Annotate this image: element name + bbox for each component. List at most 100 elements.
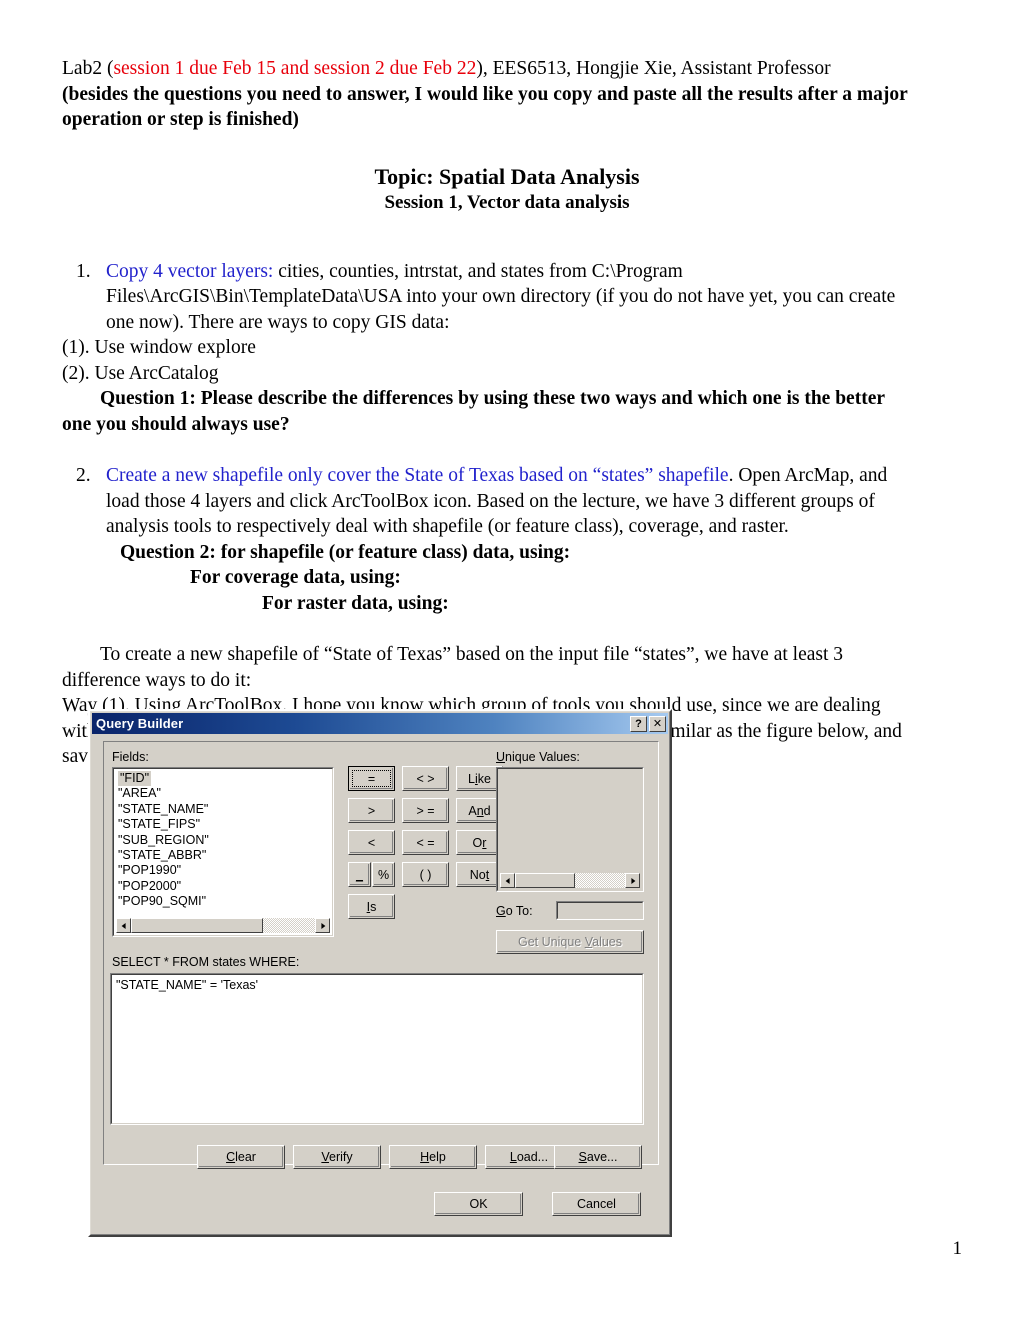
scroll-right-arrow-icon[interactable]: [315, 918, 330, 933]
list-item[interactable]: "FID": [118, 771, 152, 787]
paragraph-line-1: To create a new shapefile of “State of T…: [100, 644, 844, 665]
item2-line-1: Create a new shapefile only cover the St…: [106, 463, 952, 489]
list-item[interactable]: "STATE_FIPS": [118, 817, 330, 832]
help-button[interactable]: Help: [389, 1145, 477, 1169]
document-page: Lab2 (session 1 due Feb 15 and session 2…: [0, 0, 1020, 1320]
header-line-3: operation or step is finished): [62, 109, 299, 130]
fields-listbox[interactable]: "FID" "AREA" "STATE_NAME" "STATE_FIPS" "…: [112, 767, 334, 937]
list-item[interactable]: "POP1990": [118, 863, 330, 878]
operator-button-greater-equal[interactable]: > =: [402, 798, 449, 823]
header-lab-prefix: Lab2 (: [62, 58, 114, 79]
close-icon[interactable]: ✕: [649, 715, 666, 732]
save-label: Save...: [578, 1150, 618, 1164]
clear-button[interactable]: Clear: [197, 1145, 285, 1169]
get-unique-values-label: Get Unique Values: [517, 935, 623, 949]
question-1-line-1: Question 1: Please describe the differen…: [100, 388, 886, 409]
unique-values-label: Unique Values:: [496, 750, 580, 764]
query-builder-dialog: Query Builder ? ✕ Fields: "FID" "AREA" "…: [88, 709, 672, 1237]
fields-list[interactable]: "FID" "AREA" "STATE_NAME" "STATE_FIPS" "…: [116, 771, 330, 917]
operator-label: >: [367, 803, 376, 818]
help-icon[interactable]: ?: [630, 715, 647, 732]
operator-label: Or: [472, 835, 487, 850]
item2-line-3: analysis tools to respectively deal with…: [106, 516, 789, 537]
question-2-line-3: For raster data, using:: [262, 592, 449, 614]
operator-label: < =: [416, 835, 435, 850]
title-block: Topic: Spatial Data Analysis Session 1, …: [62, 163, 952, 215]
operator-label: %: [377, 867, 390, 882]
question-2-line-2: For coverage data, using:: [190, 567, 401, 588]
cancel-button[interactable]: Cancel: [552, 1192, 641, 1216]
operator-button-not-equals[interactable]: < >: [402, 766, 449, 791]
question-2-line-1: Question 2: for shapefile (or feature cl…: [120, 541, 571, 563]
operator-button-is[interactable]: Is: [348, 894, 395, 919]
list-number-1: 1.: [76, 260, 91, 282]
unique-values-listbox[interactable]: [496, 767, 644, 892]
titlebar-buttons: ? ✕: [630, 715, 666, 732]
unique-values-empty-area: [500, 771, 640, 872]
list-item[interactable]: "AREA": [118, 786, 330, 801]
page-title: Topic: Spatial Data Analysis: [374, 163, 640, 189]
list-item[interactable]: "SUB_REGION": [118, 833, 330, 848]
verify-label: Verify: [321, 1150, 353, 1164]
fields-horizontal-scrollbar[interactable]: [116, 918, 330, 933]
item2-rest: . Open ArcMap, and: [728, 465, 888, 486]
operator-button-less-than[interactable]: <: [348, 830, 395, 855]
operator-button-equals[interactable]: =: [348, 766, 395, 791]
load-label: Load...: [509, 1150, 549, 1164]
operator-button-parentheses[interactable]: ( ): [402, 862, 449, 887]
operator-button-percent[interactable]: %: [372, 862, 395, 887]
help-label: Help: [420, 1150, 446, 1164]
page-number: 1: [952, 1238, 963, 1259]
scroll-left-arrow-icon[interactable]: [500, 873, 515, 888]
header-line-2: (besides the questions you need to answe…: [62, 83, 908, 105]
item1-line-3: one now). There are ways to copy GIS dat…: [106, 311, 450, 333]
query-textarea[interactable]: "STATE_NAME" = 'Texas': [110, 973, 644, 1125]
ok-label: OK: [469, 1197, 488, 1211]
list-item[interactable]: "STATE_ABBR": [118, 848, 330, 863]
item2-line-2: load those 4 layers and click ArcToolBox…: [106, 490, 875, 512]
unique-values-horizontal-scrollbar[interactable]: [500, 873, 640, 888]
dialog-title: Query Builder: [96, 716, 184, 731]
ok-button[interactable]: OK: [434, 1192, 523, 1216]
operator-label: =: [367, 771, 376, 786]
scrollbar-track[interactable]: [515, 873, 625, 888]
list-item[interactable]: "POP2000": [118, 879, 330, 894]
scroll-right-arrow-icon[interactable]: [625, 873, 640, 888]
goto-label: Go To:: [496, 904, 533, 918]
question-1-line-2: one you should always use?: [62, 413, 290, 435]
list-item[interactable]: "POP90_SQMI": [118, 894, 330, 909]
item2-highlight: Create a new shapefile only cover the St…: [106, 465, 729, 486]
goto-input-inner: [557, 902, 643, 919]
operator-button-underscore[interactable]: _: [348, 862, 371, 887]
save-button[interactable]: Save...: [554, 1145, 642, 1169]
operator-label: < >: [416, 771, 435, 786]
goto-input[interactable]: [556, 901, 644, 920]
list-item[interactable]: "STATE_NAME": [118, 802, 330, 817]
list-item-1: 1. Copy 4 vector layers: cities, countie…: [62, 259, 952, 336]
item1-line-1: Copy 4 vector layers: cities, counties, …: [106, 259, 952, 285]
list-number-2: 2.: [76, 465, 91, 486]
item1-sub-2: (2). Use ArcCatalog: [62, 362, 219, 384]
clear-label: Clear: [226, 1150, 256, 1164]
paragraph-line-2: difference ways to do it:: [62, 669, 252, 691]
dialog-titlebar[interactable]: Query Builder ? ✕: [92, 713, 668, 734]
scrollbar-thumb[interactable]: [131, 918, 263, 933]
scrollbar-track[interactable]: [131, 918, 315, 933]
list-item-2: 2. Create a new shapefile only cover the…: [62, 463, 952, 540]
get-unique-values-button[interactable]: Get Unique Values: [496, 930, 644, 954]
goto-value: [558, 903, 642, 907]
header-due-dates: session 1 due Feb 15 and session 2 due F…: [113, 58, 477, 79]
page-subtitle: Session 1, Vector data analysis: [384, 191, 630, 213]
cancel-label: Cancel: [577, 1197, 616, 1211]
document-body: Lab2 (session 1 due Feb 15 and session 2…: [62, 56, 952, 770]
operator-label: <: [367, 835, 376, 850]
query-textarea-inner: "STATE_NAME" = 'Texas': [111, 974, 643, 1124]
scroll-left-arrow-icon[interactable]: [116, 918, 131, 933]
scrollbar-thumb[interactable]: [515, 873, 575, 888]
operator-button-less-equal[interactable]: < =: [402, 830, 449, 855]
verify-button[interactable]: Verify: [293, 1145, 381, 1169]
item1-line-2: Files\ArcGIS\Bin\TemplateData\USA into y…: [106, 286, 896, 307]
operator-button-greater-than[interactable]: >: [348, 798, 395, 823]
